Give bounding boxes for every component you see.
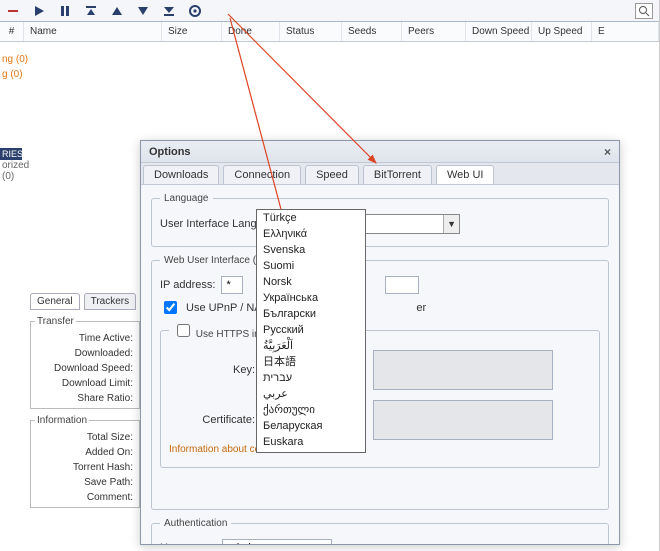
dialog-tabs: Downloads Connection Speed BitTorrent We… xyxy=(141,163,619,185)
language-option[interactable]: Suomi xyxy=(257,258,365,274)
row-share: Share Ratio: xyxy=(35,391,135,406)
col-status[interactable]: Status xyxy=(280,22,342,41)
language-option[interactable]: Türkçe xyxy=(257,210,365,226)
https-checkbox[interactable] xyxy=(177,324,190,337)
language-option[interactable]: 日本語 xyxy=(257,354,365,370)
col-size[interactable]: Size xyxy=(162,22,222,41)
information-legend: Information xyxy=(35,415,89,426)
ip-label: IP address: xyxy=(160,279,215,291)
row-save-path: Save Path: xyxy=(35,475,135,490)
tab-bittorrent[interactable]: BitTorrent xyxy=(363,165,432,184)
port-input[interactable] xyxy=(385,276,419,294)
row-total-size: Total Size: xyxy=(35,430,135,445)
tab-trackers[interactable]: Trackers xyxy=(84,293,137,310)
details-panel: General Trackers Transfer Time Active: D… xyxy=(30,293,140,514)
dialog-titlebar[interactable]: Options × xyxy=(141,141,619,163)
auth-legend: Authentication xyxy=(160,518,231,529)
row-dl-speed: Download Speed: xyxy=(35,361,135,376)
chevron-down-icon[interactable]: ▼ xyxy=(443,215,459,233)
gear-icon[interactable] xyxy=(188,4,202,18)
row-comment: Comment: xyxy=(35,490,135,505)
language-group: Language User Interface Language: ▼ xyxy=(151,193,609,247)
row-hash: Torrent Hash: xyxy=(35,460,135,475)
language-option[interactable]: tiếng Việt xyxy=(257,450,365,453)
close-icon[interactable]: × xyxy=(604,145,611,159)
toolbar xyxy=(0,0,659,22)
language-dropdown[interactable]: TürkçeΕλληνικάSvenskaSuomiNorskУкраїнськ… xyxy=(256,209,366,453)
language-option[interactable]: Беларуская xyxy=(257,418,365,434)
language-option[interactable]: Svenska xyxy=(257,242,365,258)
sidebar-filter-1[interactable]: ng (0) xyxy=(0,54,22,65)
row-time-active: Time Active: xyxy=(35,331,135,346)
remove-icon[interactable] xyxy=(6,4,20,18)
information-group: Information Total Size: Added On: Torren… xyxy=(30,415,140,508)
cert-info-link[interactable]: Information about cert xyxy=(169,444,266,455)
transfer-legend: Transfer xyxy=(35,316,76,327)
move-bottom-icon[interactable] xyxy=(162,4,176,18)
row-added-on: Added On: xyxy=(35,445,135,460)
username-input[interactable] xyxy=(222,539,332,544)
col-name[interactable]: Name xyxy=(24,22,162,41)
sidebar-categories-header[interactable]: RIES xyxy=(0,148,22,160)
language-option[interactable]: עברית xyxy=(257,370,365,386)
language-option[interactable]: Українська xyxy=(257,290,365,306)
tab-webui[interactable]: Web UI xyxy=(436,165,494,184)
col-peers[interactable]: Peers xyxy=(402,22,466,41)
tab-connection[interactable]: Connection xyxy=(223,165,301,184)
move-down-icon[interactable] xyxy=(136,4,150,18)
col-down-speed[interactable]: Down Speed xyxy=(466,22,532,41)
tab-downloads[interactable]: Downloads xyxy=(143,165,219,184)
search-box[interactable] xyxy=(635,3,653,19)
col-done[interactable]: Done xyxy=(222,22,280,41)
language-option[interactable]: Ελληνικά xyxy=(257,226,365,242)
key-textarea[interactable] xyxy=(373,350,553,390)
username-label: Username: xyxy=(160,542,216,544)
row-dl-limit: Download Limit: xyxy=(35,376,135,391)
play-icon[interactable] xyxy=(32,4,46,18)
cert-label: Certificate: xyxy=(169,414,261,426)
col-num[interactable]: # xyxy=(0,22,24,41)
sidebar: ng (0) g (0) RIES orized (0) xyxy=(0,42,22,542)
key-label: Key: xyxy=(169,364,261,376)
col-e[interactable]: E xyxy=(592,22,659,41)
upnp-checkbox[interactable] xyxy=(164,301,177,314)
transfer-group: Transfer Time Active: Downloaded: Downlo… xyxy=(30,316,140,409)
move-up-icon[interactable] xyxy=(110,4,124,18)
language-option[interactable]: عربي xyxy=(257,386,365,402)
auth-group: Authentication Username: Password: Bypas… xyxy=(151,518,609,544)
language-option[interactable]: ქართული xyxy=(257,402,365,418)
move-top-icon[interactable] xyxy=(84,4,98,18)
sidebar-uncategorized[interactable]: orized (0) xyxy=(0,160,22,182)
col-up-speed[interactable]: Up Speed xyxy=(532,22,592,41)
language-option[interactable]: Euskara xyxy=(257,434,365,450)
options-dialog: Options × Downloads Connection Speed Bit… xyxy=(140,140,620,545)
webui-group: Web User Interface (Re IP address: Use U… xyxy=(151,255,609,510)
col-seeds[interactable]: Seeds xyxy=(342,22,402,41)
row-downloaded: Downloaded: xyxy=(35,346,135,361)
upnp-tail: er xyxy=(416,302,426,314)
torrent-columns: # Name Size Done Status Seeds Peers Down… xyxy=(0,22,659,42)
pause-icon[interactable] xyxy=(58,4,72,18)
tab-speed[interactable]: Speed xyxy=(305,165,359,184)
cert-textarea[interactable] xyxy=(373,400,553,440)
language-legend: Language xyxy=(160,193,213,204)
https-group: Use HTTPS inst Key: Certificate: Informa… xyxy=(160,321,600,468)
language-option[interactable]: Norsk xyxy=(257,274,365,290)
tab-general[interactable]: General xyxy=(30,293,80,310)
dialog-title: Options xyxy=(149,146,191,158)
language-option[interactable]: Русский xyxy=(257,322,365,338)
language-option[interactable]: Български xyxy=(257,306,365,322)
language-option[interactable]: اَلْعَرَبِيَّةُ xyxy=(257,338,365,354)
ip-input[interactable] xyxy=(221,276,243,294)
sidebar-filter-2[interactable]: g (0) xyxy=(0,69,22,80)
